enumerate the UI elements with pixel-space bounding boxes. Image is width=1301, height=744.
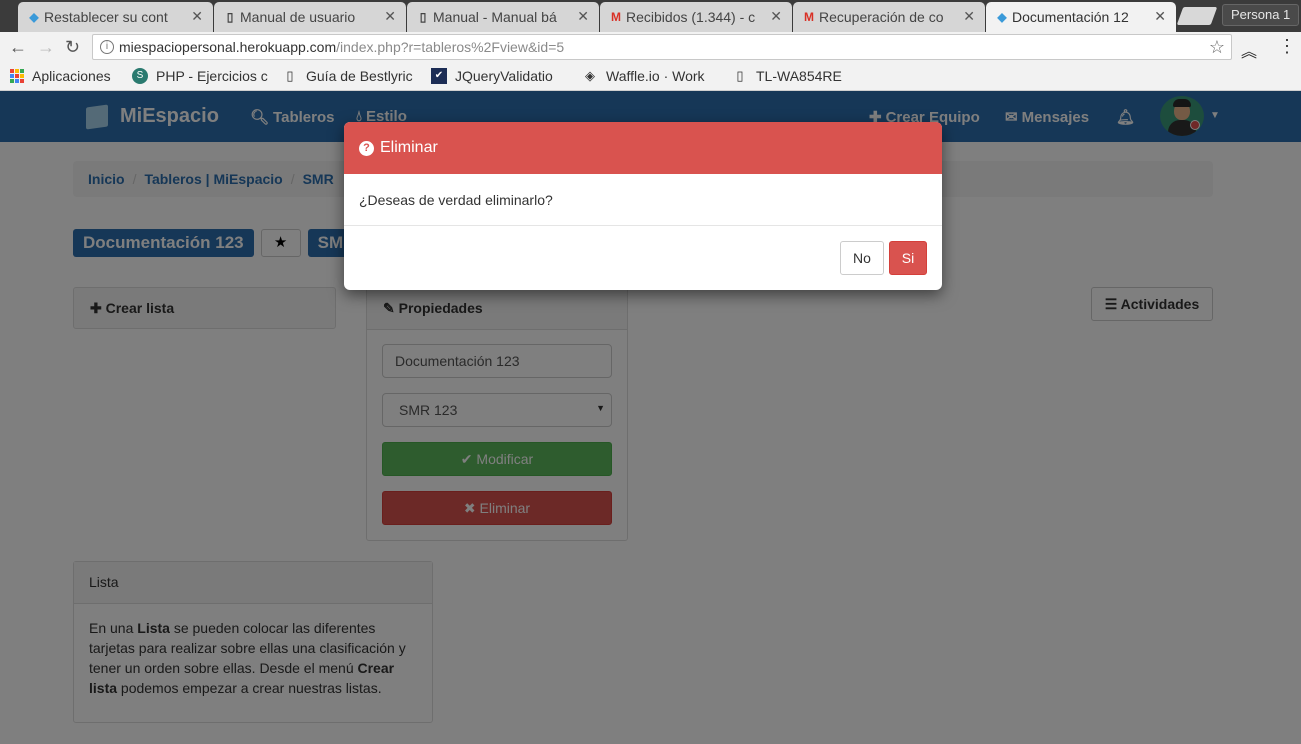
bookmark-item[interactable]: ◈ Waffle.io · Work (582, 68, 705, 84)
no-button[interactable]: No (840, 241, 884, 275)
si-button[interactable]: Si (889, 241, 927, 275)
close-icon[interactable]: ✕ (191, 8, 203, 25)
bookmark-star-icon[interactable]: ☆ (1209, 37, 1225, 58)
confirm-delete-modal: ? Eliminar ¿Deseas de verdad eliminarlo?… (344, 122, 942, 290)
apps-grid-icon (10, 69, 24, 83)
gmail-icon: M (804, 10, 814, 24)
close-icon[interactable]: ✕ (1154, 8, 1166, 25)
url-host: miespaciopersonal.herokuapp.com (119, 39, 337, 55)
php-icon: S (132, 68, 148, 84)
browser-tab[interactable]: M Recibidos (1.344) - c ✕ (600, 2, 792, 32)
modal-title: Eliminar (380, 139, 438, 156)
tab-title: Recibidos (1.344) - c (626, 9, 756, 25)
question-circle-icon: ? (359, 140, 374, 156)
cube-icon: ◆ (997, 10, 1007, 24)
bookmark-item[interactable]: S PHP - Ejercicios c (132, 68, 268, 84)
new-tab-button[interactable] (1176, 7, 1218, 25)
doc-icon: ▯ (286, 68, 294, 83)
modal-footer: No Si (344, 226, 942, 290)
bookmark-item[interactable]: ▯ TL-WA854RE (732, 68, 842, 84)
close-icon[interactable]: ✕ (963, 8, 975, 25)
bookmark-label: PHP - Ejercicios c (156, 68, 268, 84)
profile-button[interactable]: Persona 1 (1222, 4, 1300, 26)
jquery-icon: ✔ (431, 68, 447, 84)
tab-title: Manual de usuario (240, 9, 356, 25)
doc-icon: ▯ (419, 10, 427, 24)
close-icon[interactable]: ✕ (577, 8, 589, 25)
browser-tabstrip: ◆ Restablecer su cont ✕ ▯ Manual de usua… (0, 0, 1301, 32)
info-icon[interactable]: i (100, 40, 114, 54)
cube-icon: ◆ (29, 10, 39, 24)
tab-title: Documentación 12 (1012, 9, 1129, 25)
browser-tab-active[interactable]: ◆ Documentación 12 ✕ (986, 2, 1176, 32)
close-icon[interactable]: ✕ (770, 8, 782, 25)
waffle-icon: ◈ (585, 68, 595, 83)
bookmark-label: JQueryValidatio (455, 68, 553, 84)
tab-title: Manual - Manual bá (433, 9, 557, 25)
bookmark-label: Guía de Bestlyric (306, 68, 413, 84)
reload-icon[interactable]: ↻ (65, 37, 80, 57)
bookmarks-bar: Aplicaciones S PHP - Ejercicios c ▯ Guía… (0, 62, 1301, 91)
browser-tab[interactable]: ▯ Manual - Manual bá ✕ (407, 2, 599, 32)
modal-message: ¿Deseas de verdad eliminarlo? (344, 174, 942, 226)
bookmark-item[interactable]: ✔ JQueryValidatio (431, 68, 553, 84)
modal-header: ? Eliminar (344, 122, 942, 174)
bookmark-label: TL-WA854RE (756, 68, 842, 84)
url-path: /index.php?r=tableros%2Fview&id=5 (336, 39, 565, 55)
doc-icon: ▯ (736, 68, 744, 83)
bookmark-item[interactable]: ▯ Guía de Bestlyric (282, 68, 413, 84)
tab-title: Recuperación de co (819, 9, 944, 25)
bookmark-label: Aplicaciones (32, 68, 111, 84)
browser-tab[interactable]: ◆ Restablecer su cont ✕ (18, 2, 213, 32)
doc-icon: ▯ (226, 10, 234, 24)
bookmark-apps[interactable]: Aplicaciones (10, 68, 111, 84)
forward-arrow-icon[interactable]: → (37, 37, 55, 57)
extension-icon[interactable]: ︽ (1241, 38, 1257, 62)
browser-tab[interactable]: ▯ Manual de usuario ✕ (214, 2, 406, 32)
address-bar[interactable]: i miespaciopersonal.herokuapp.com/index.… (92, 34, 1232, 60)
gmail-icon: M (611, 10, 621, 24)
menu-dots-icon[interactable]: ⋮ (1278, 36, 1296, 57)
tab-title: Restablecer su cont (44, 9, 168, 25)
close-icon[interactable]: ✕ (384, 8, 396, 25)
back-arrow-icon[interactable]: ← (9, 37, 27, 57)
browser-tab[interactable]: M Recuperación de co ✕ (793, 2, 985, 32)
bookmark-label: Waffle.io · Work (606, 68, 705, 84)
